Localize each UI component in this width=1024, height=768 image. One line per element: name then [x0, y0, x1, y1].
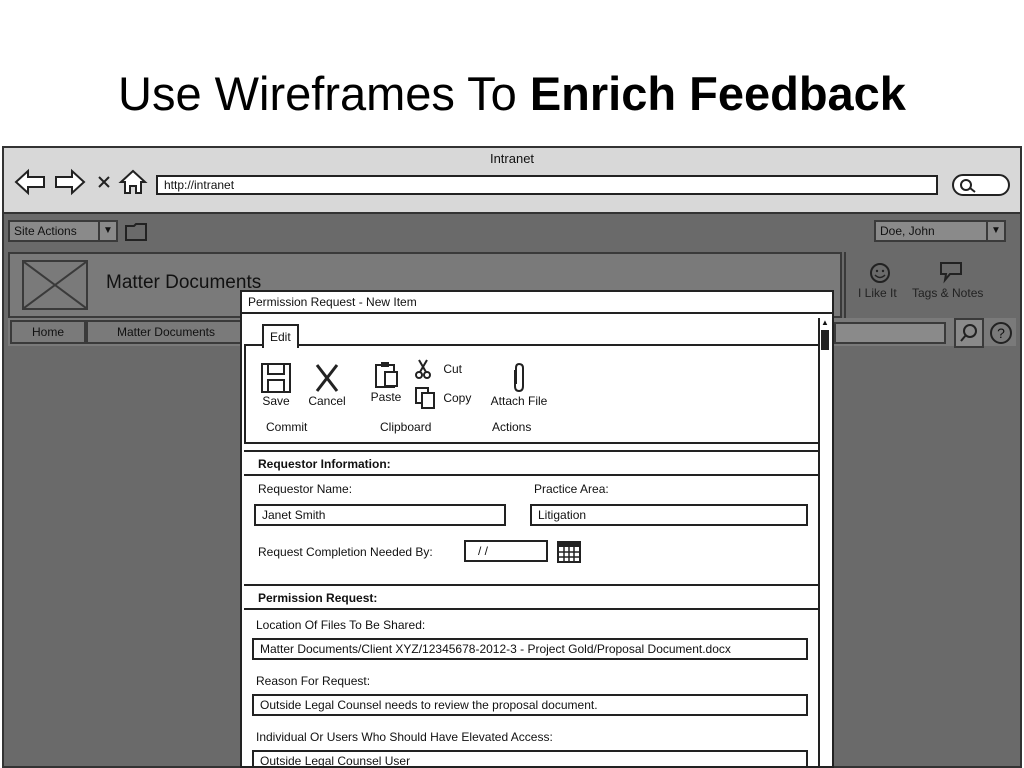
attach-file-label: Attach File — [490, 394, 548, 408]
cut-label: Cut — [443, 362, 463, 376]
file-location-label: Location Of Files To Be Shared: — [256, 618, 426, 632]
save-button[interactable]: Save — [258, 362, 294, 408]
slide-title-plain: Use Wireframes To — [118, 67, 530, 120]
requestor-name-label: Requestor Name: — [258, 482, 353, 496]
permission-section-header: Permission Request: — [244, 584, 818, 610]
cancel-x-icon — [315, 364, 339, 392]
attach-file-button[interactable]: Attach File — [486, 362, 552, 408]
help-icon[interactable]: ? — [990, 322, 1012, 344]
completion-date-field[interactable]: / / — [464, 540, 548, 562]
tab-edit[interactable]: Edit — [262, 324, 299, 348]
group-clipboard-label: Clipboard — [380, 420, 432, 434]
window-title: Intranet — [489, 151, 535, 166]
group-commit-label: Commit — [266, 420, 308, 434]
requestor-section-header: Requestor Information: — [244, 450, 818, 476]
address-bar[interactable]: http://intranet — [156, 175, 938, 195]
speech-bubble-icon[interactable] — [938, 260, 966, 284]
nav-tab-home[interactable]: Home — [10, 320, 86, 344]
site-actions-label: Site Actions — [14, 224, 77, 238]
reason-label: Reason For Request: — [256, 674, 371, 688]
save-label: Save — [262, 394, 290, 408]
scroll-thumb[interactable] — [821, 330, 829, 350]
copy-label: Copy — [443, 391, 472, 405]
file-location-field[interactable]: Matter Documents/Client XYZ/12345678-201… — [252, 638, 808, 660]
cancel-button[interactable]: Cancel — [304, 362, 350, 408]
floppy-disk-icon — [261, 363, 291, 393]
dialog-title: Permission Request - New Item — [242, 292, 832, 314]
completion-date-label: Request Completion Needed By: — [258, 545, 433, 559]
elevated-users-field[interactable]: Outside Legal Counsel User — [252, 750, 808, 766]
nav-tab-matter-documents[interactable]: Matter Documents — [86, 320, 246, 344]
chevron-down-icon: ▼ — [986, 222, 1004, 240]
copy-pages-icon — [415, 387, 435, 409]
social-actions: I Like It Tags & Notes — [844, 252, 1016, 318]
site-name: Matter Documents — [106, 272, 262, 293]
page-search-button[interactable] — [954, 318, 984, 348]
practice-area-field[interactable]: Litigation — [530, 504, 808, 526]
paste-label: Paste — [370, 390, 402, 404]
practice-area-label: Practice Area: — [534, 482, 609, 496]
scissors-icon — [415, 359, 431, 379]
elevated-users-label: Individual Or Users Who Should Have Elev… — [256, 730, 553, 744]
permission-request-dialog: Permission Request - New Item ▲ Edit Sav… — [240, 290, 834, 768]
slide-title: Use Wireframes To Enrich Feedback — [0, 66, 1024, 121]
site-actions-dropdown[interactable]: Site Actions ▼ — [8, 220, 118, 242]
smiley-icon[interactable] — [868, 262, 892, 284]
user-name: Doe, John — [880, 224, 935, 238]
browser-toolbar: Intranet http://intranet — [4, 148, 1020, 214]
browser-search-field[interactable] — [952, 174, 1010, 196]
chevron-down-icon: ▼ — [98, 222, 116, 240]
like-label[interactable]: I Like It — [858, 286, 897, 300]
forward-arrow-icon[interactable] — [54, 168, 86, 196]
calendar-icon[interactable] — [556, 540, 582, 566]
clipboard-icon — [375, 362, 398, 388]
site-logo-placeholder — [22, 260, 88, 310]
cancel-label: Cancel — [308, 394, 346, 408]
user-menu-dropdown[interactable]: Doe, John ▼ — [874, 220, 1006, 242]
page-search-input[interactable] — [834, 322, 946, 344]
group-actions-label: Actions — [492, 420, 532, 434]
home-icon[interactable] — [118, 168, 148, 196]
copy-button[interactable]: Copy — [414, 386, 474, 410]
reason-field[interactable]: Outside Legal Counsel needs to review th… — [252, 694, 808, 716]
back-arrow-icon[interactable] — [14, 168, 46, 196]
paste-button[interactable]: Paste — [366, 360, 406, 404]
tags-notes-label[interactable]: Tags & Notes — [912, 286, 983, 300]
search-icon — [960, 324, 977, 342]
slide-title-bold: Enrich Feedback — [529, 67, 906, 120]
search-icon — [960, 179, 976, 193]
scroll-up-arrow-icon[interactable]: ▲ — [820, 318, 830, 328]
requestor-name-field[interactable]: Janet Smith — [254, 504, 506, 526]
stop-icon[interactable] — [94, 168, 114, 196]
cut-button[interactable]: Cut — [414, 358, 468, 380]
folder-icon[interactable] — [124, 222, 150, 242]
paperclip-icon — [514, 362, 524, 393]
